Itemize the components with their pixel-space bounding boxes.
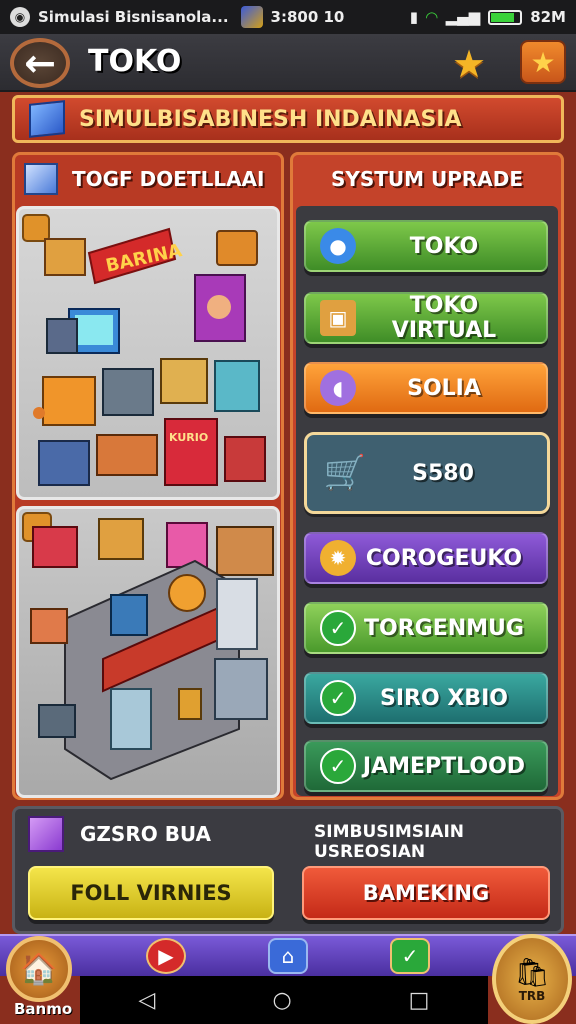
nav-shop-button[interactable]: 🛍 TRB [492,934,572,1024]
shop-items-art: BARINA KURIO [22,214,266,486]
play-icon[interactable]: ▶ [146,938,186,974]
wifi-icon: ◠ [426,8,438,26]
svg-text:KURIO: KURIO [169,431,208,444]
status-bar: ◉ Simulasi Bisnisanola... 3:800 10 ▮ ◠ ▂… [0,0,576,34]
top-bar: ← TOKO ★ ★ [0,34,576,92]
corogeuko-button-label: COROGEUKO [365,545,523,571]
nav-right-label: TRB [518,988,546,1003]
home-icon[interactable]: ⌂ [268,938,308,974]
bottom-left-label: GZSRO BUA [80,822,212,846]
battery-text: 82M [530,8,566,26]
battery-fill [491,12,515,22]
bag-icon: 🛍 [514,955,550,989]
torgenmug-button-label: TORGENMUG [364,615,524,641]
solia-button[interactable]: ◖ SOLIA [304,362,548,414]
shop-building-illustration[interactable] [16,506,280,798]
banner-text: SIMULBISABINESH INDAINASIA [79,106,462,132]
box-icon: ▣ [320,300,356,336]
star-icon[interactable]: ★ [452,42,486,86]
gem-icon [28,816,64,852]
status-app-title: Simulasi Bisnisanola... [38,8,229,26]
siro-xbio-button[interactable]: ✓ SIRO XBIO [304,672,548,724]
jameptlood-button-label: JAMEPTLOOD [362,753,526,779]
check-icon[interactable]: ✓ [390,938,430,974]
left-panel-header: TOGF DOETLLAAI [14,156,280,202]
toko-virtual-button[interactable]: ▣ TOKO VIRTUAL [304,292,548,344]
signal-icon: ▂▄▆ [445,8,481,26]
badge-icon: ✹ [320,540,356,576]
foll-virnies-button[interactable]: FOLL VIRNIES [28,866,274,920]
shop-building-art [22,512,274,781]
nav-left-label: Banmo [14,1000,73,1018]
solia-button-label: SOLIA [407,375,481,401]
corogeuko-button[interactable]: ✹ COROGEUKO [304,532,548,584]
siro-xbio-button-label: SIRO XBIO [380,685,508,711]
status-icons: ▮ ◠ ▂▄▆ 82M [410,8,566,26]
lock-icon: ▮ [409,8,419,26]
cart-button[interactable]: 🛒 S580 [304,432,550,514]
app-logo-icon: ◉ [10,7,30,27]
system-recents-icon[interactable]: □ [409,988,430,1013]
star-icon: ★ [530,45,556,79]
page-title: TOKO [88,44,182,79]
left-panel-title: TOGF DOETLLAAI [72,167,265,191]
game-banner: SIMULBISABINESH INDAINASIA [12,95,564,143]
cart-button-label: S580 [412,460,474,486]
battery-icon [488,9,523,25]
favorites-button[interactable]: ★ [520,40,566,84]
arrow-left-icon: ← [24,41,56,85]
system-back-icon[interactable]: ◁ [139,988,156,1013]
house-icon: 🏠 [6,936,72,1002]
system-home-icon[interactable]: ○ [272,988,291,1013]
status-time: 3:800 10 [270,8,345,26]
system-nav-bar: ◁ ○ □ [80,976,488,1024]
check-icon: ✓ [320,748,356,784]
cart-icon: 🛒 [323,453,367,493]
check-icon: ✓ [320,680,356,716]
cube-icon [29,100,65,138]
torgenmug-button[interactable]: ✓ TORGENMUG [304,602,548,654]
check-icon: ✓ [320,610,356,646]
right-panel-title: SYSTUM UPRADE [330,167,524,191]
nav-home-button[interactable]: 🏠 Banmo [0,930,78,1024]
bottom-panel-left-header: GZSRO BUA [28,816,211,852]
cube-icon [24,163,58,195]
shop-items-illustration[interactable]: BARINA KURIO [16,206,280,500]
toko-virtual-button-label: TOKO VIRTUAL [391,293,497,343]
bottom-right-label: SIMBUSIMSIAIN USREOSIAN [314,822,465,862]
pill-icon: ◖ [320,370,356,406]
chat-bubble-icon: ● [320,228,356,264]
jameptlood-button[interactable]: ✓ JAMEPTLOOD [304,740,548,792]
toko-button[interactable]: ● TOKO [304,220,548,272]
back-button[interactable]: ← [10,38,70,88]
notification-icon [240,6,263,28]
toko-button-label: TOKO [409,233,479,259]
bameking-button[interactable]: BAMEKING [302,866,550,920]
